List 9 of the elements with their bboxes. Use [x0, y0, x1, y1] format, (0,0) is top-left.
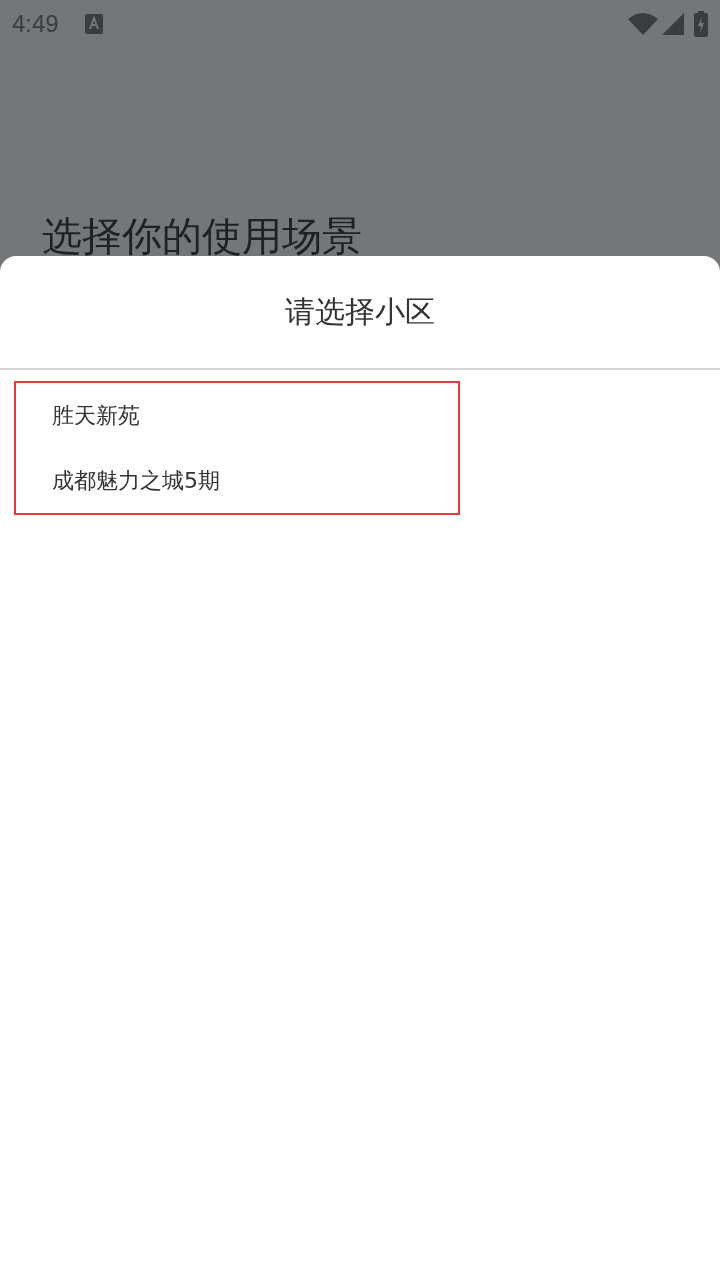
battery-icon: [694, 11, 708, 37]
community-item[interactable]: 胜天新苑: [16, 383, 140, 448]
community-item[interactable]: 成都魅力之城5期: [16, 448, 220, 513]
text-notification-icon: [84, 14, 103, 34]
wifi-icon: [628, 13, 658, 35]
clock-time: 4:49: [12, 10, 59, 38]
signal-icon: [662, 13, 684, 35]
sheet-title: 请选择小区: [285, 292, 435, 331]
page-title: 选择你的使用场景: [42, 212, 362, 260]
